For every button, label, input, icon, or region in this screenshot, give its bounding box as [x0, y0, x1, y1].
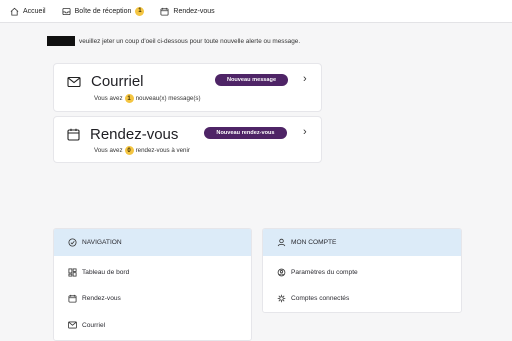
appointments-card-header: Rendez-vous [67, 126, 178, 143]
link-mail-label: Courriel [82, 321, 106, 329]
navigation-panel-header: NAVIGATION [54, 229, 251, 256]
navigation-panel: NAVIGATION Tableau de bord Rendez-vous C… [53, 228, 252, 341]
mail-card-summary: Vous avez 1 nouveau(x) message(s) [94, 94, 201, 103]
mail-card[interactable]: Courriel Nouveau message › Vous avez 1 n… [53, 63, 322, 112]
mail-summary-prefix: Vous avez [94, 95, 123, 102]
appointments-card[interactable]: Rendez-vous Nouveau rendez-vous › Vous a… [53, 116, 322, 163]
link-connected-accounts[interactable]: Comptes connectés [277, 294, 349, 303]
dashboard-icon [68, 268, 77, 277]
nav-home-label: Accueil [23, 7, 46, 15]
appointments-summary-suffix: rendez-vous à venir [135, 147, 190, 154]
welcome-text: veuillez jeter un coup d'oeil ci-dessous… [79, 37, 301, 45]
chevron-right-icon[interactable]: › [303, 126, 307, 138]
compass-icon [68, 238, 77, 247]
inbox-icon [62, 7, 71, 16]
link-dashboard[interactable]: Tableau de bord [68, 268, 129, 277]
account-panel: MON COMPTE Paramètres du compte Comptes … [262, 228, 462, 313]
appointments-summary-prefix: Vous avez [94, 147, 123, 154]
mail-card-title: Courriel [91, 73, 144, 90]
nav-inbox[interactable]: Boîte de réception 1 [62, 6, 145, 16]
new-appointment-pill[interactable]: Nouveau rendez-vous [204, 127, 287, 139]
appointments-card-title: Rendez-vous [90, 126, 179, 143]
calendar-icon [68, 294, 77, 303]
mail-summary-suffix: nouveau(x) message(s) [135, 95, 201, 102]
account-panel-header: MON COMPTE [263, 229, 461, 256]
appointments-count-badge: 0 [124, 146, 134, 155]
settings-icon [277, 268, 286, 277]
home-icon [10, 7, 19, 16]
link-dashboard-label: Tableau de bord [82, 269, 130, 276]
link-mail[interactable]: Courriel [68, 321, 105, 329]
redacted-name [47, 36, 75, 46]
calendar-icon [160, 7, 169, 16]
welcome-message: veuillez jeter un coup d'oeil ci-dessous… [47, 36, 300, 46]
link-account-settings[interactable]: Paramètres du compte [277, 268, 358, 277]
calendar-icon [67, 128, 80, 141]
mail-card-header: Courriel [67, 73, 144, 90]
top-navigation: Accueil Boîte de réception 1 Rendez-vous [0, 0, 512, 23]
nav-inbox-label: Boîte de réception [74, 7, 132, 15]
nav-home[interactable]: Accueil [10, 7, 46, 16]
user-icon [277, 238, 286, 247]
link-appointments[interactable]: Rendez-vous [68, 294, 121, 303]
link-account-settings-label: Paramètres du compte [291, 269, 358, 276]
appointments-card-summary: Vous avez 0 rendez-vous à venir [94, 146, 190, 155]
mail-count-badge: 1 [124, 94, 134, 103]
new-message-pill[interactable]: Nouveau message [215, 74, 288, 86]
inbox-count-badge: 1 [135, 6, 145, 16]
connected-accounts-icon [277, 294, 286, 303]
envelope-icon [67, 76, 81, 88]
navigation-panel-title: NAVIGATION [82, 239, 122, 246]
link-connected-accounts-label: Comptes connectés [291, 295, 350, 302]
account-panel-title: MON COMPTE [291, 239, 337, 246]
nav-appointments[interactable]: Rendez-vous [160, 7, 215, 16]
envelope-icon [68, 321, 77, 329]
link-appointments-label: Rendez-vous [82, 295, 121, 302]
chevron-right-icon[interactable]: › [303, 73, 307, 85]
nav-appointments-label: Rendez-vous [173, 7, 215, 15]
